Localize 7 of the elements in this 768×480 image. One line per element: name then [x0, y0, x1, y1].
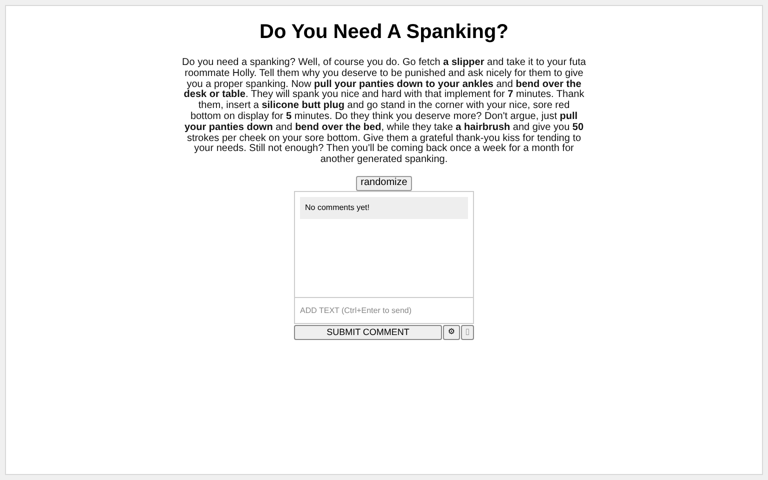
comment-input[interactable]: ADD TEXT (Ctrl+Enter to send): [295, 296, 473, 323]
submit-comment-button[interactable]: SUBMIT COMMENT: [294, 324, 442, 340]
settings-button[interactable]: ⚙: [443, 324, 460, 340]
page-title: Do You Need A Spanking?: [260, 20, 508, 45]
spanking-text: Do you need a spanking? Well, of course you do. Go fetch a slipper and take it to your futa roommate Holly. Tell them why you deserve to be punished and ask nicely for them to give you a proper spanking. Now pull your panties down to your ankles and bend over the desk or table. They will spank you nice and hard with that implement for 7 minutes. Thank them, insert a silicone butt plug and go stand in the corner with your nice, sore red bottom on display for 5 minutes. Do they think you deserve more? Don't argue, just pull your panties down and bend over the bed, while they take a hairbrush and give you 50 strokes per cheek on your sore bottom. Give them a grateful thank-you kiss for tending to your needs. Still not enough? Then you'll be coming back once a week for a month for another generated spanking.: [182, 58, 586, 166]
randomize-button[interactable]: randomize: [356, 176, 412, 191]
empty-message: No comments yet!: [300, 196, 468, 219]
